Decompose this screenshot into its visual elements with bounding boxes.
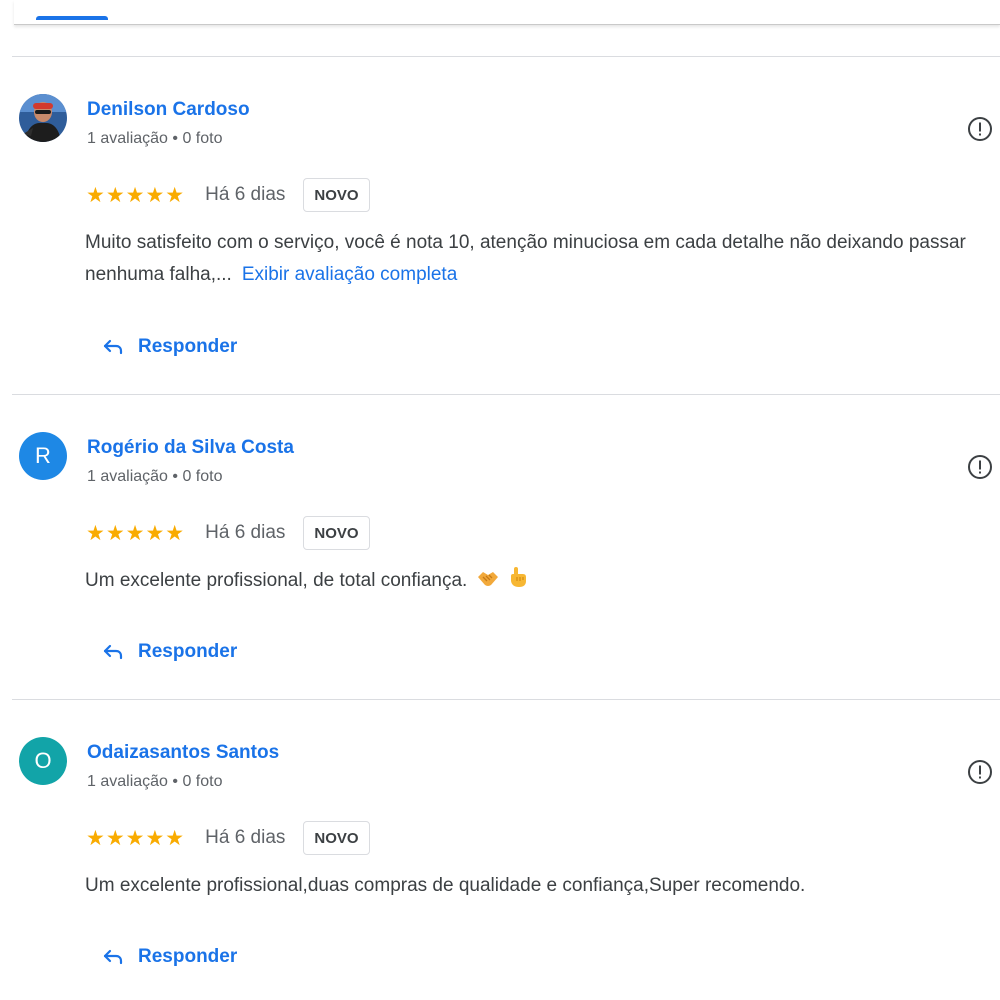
reply-arrow-icon	[103, 339, 123, 355]
reviewer-name[interactable]: Odaizasantos Santos	[87, 742, 279, 764]
review-text: Muito satisfeito com o serviço, você é n…	[85, 232, 966, 285]
star-rating: ★★★★★	[86, 826, 186, 850]
reviewer-meta: 1 avaliação • 0 foto	[87, 130, 223, 147]
handshake-icon	[477, 572, 498, 586]
reply-arrow-icon	[103, 949, 123, 965]
review-text: Um excelente profissional,duas compras d…	[85, 875, 806, 896]
rating-row: ★★★★★ Há 6 dias NOVO	[86, 177, 370, 213]
divider	[12, 56, 1000, 57]
rating-row: ★★★★★ Há 6 dias NOVO	[86, 515, 370, 551]
new-badge: NOVO	[303, 516, 370, 550]
review-text: Um excelente profissional, de total conf…	[85, 570, 468, 591]
profile-photo-icon	[19, 94, 67, 142]
tab-bar	[14, 0, 1000, 25]
reply-button[interactable]: Responder	[102, 637, 237, 667]
avatar[interactable]: R	[19, 432, 67, 480]
pointing-hand-icon	[510, 567, 526, 587]
reply-button[interactable]: Responder	[102, 332, 237, 362]
review-text-container: Muito satisfeito com o serviço, você é n…	[85, 227, 995, 291]
reply-label: Responder	[138, 946, 238, 967]
report-flag-icon[interactable]	[965, 114, 995, 144]
review-date: Há 6 dias	[205, 522, 286, 543]
star-rating: ★★★★★	[86, 183, 186, 207]
reviewer-meta: 1 avaliação • 0 foto	[87, 468, 223, 485]
reviewer-name[interactable]: Denilson Cardoso	[87, 99, 250, 121]
review-text-container: Um excelente profissional,duas compras d…	[85, 870, 995, 902]
avatar[interactable]	[19, 94, 67, 142]
report-flag-icon[interactable]	[965, 452, 995, 482]
new-badge: NOVO	[303, 178, 370, 212]
new-badge: NOVO	[303, 821, 370, 855]
reply-button[interactable]: Responder	[102, 942, 237, 972]
review-date: Há 6 dias	[205, 827, 286, 848]
divider	[12, 394, 1000, 395]
show-full-review-link[interactable]: Exibir avaliação completa	[242, 264, 457, 285]
active-tab-indicator[interactable]	[36, 16, 108, 20]
reply-label: Responder	[138, 336, 238, 357]
reviewer-meta: 1 avaliação • 0 foto	[87, 773, 223, 790]
reply-label: Responder	[138, 641, 238, 662]
rating-row: ★★★★★ Há 6 dias NOVO	[86, 820, 370, 856]
avatar[interactable]: O	[19, 737, 67, 785]
report-flag-icon[interactable]	[965, 757, 995, 787]
star-rating: ★★★★★	[86, 521, 186, 545]
divider	[12, 699, 1000, 700]
review-text-container: Um excelente profissional, de total conf…	[85, 565, 995, 597]
reviews-page: Denilson Cardoso 1 avaliação • 0 foto ★★…	[0, 0, 1000, 1000]
review-date: Há 6 dias	[205, 184, 286, 205]
reply-arrow-icon	[103, 644, 123, 660]
reviewer-name[interactable]: Rogério da Silva Costa	[87, 437, 294, 459]
